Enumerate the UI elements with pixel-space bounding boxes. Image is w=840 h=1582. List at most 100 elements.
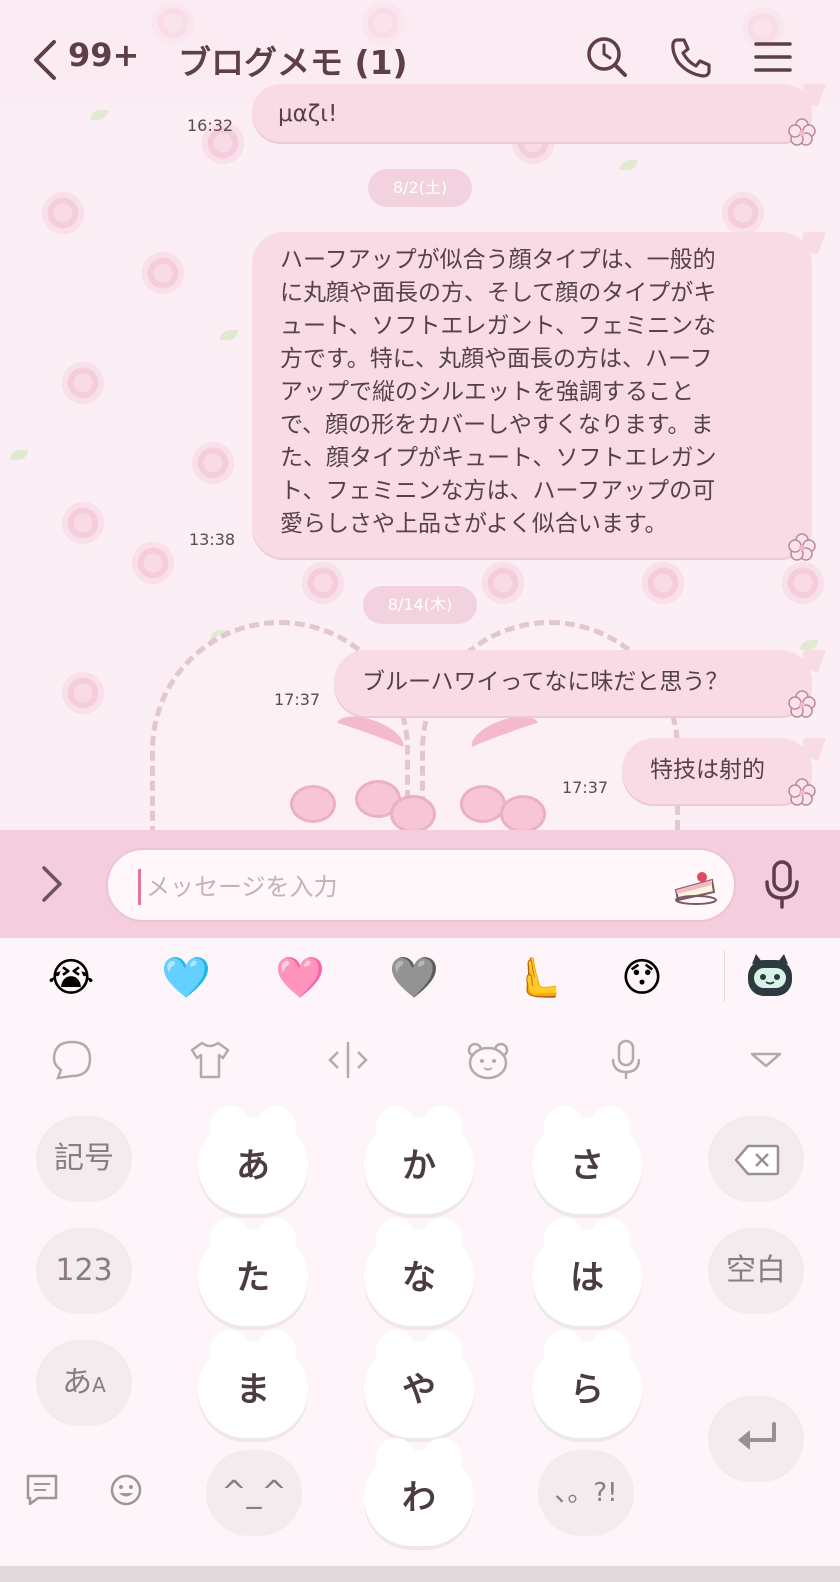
- key-label: な: [402, 1258, 436, 1298]
- rose-decoration: [480, 560, 526, 606]
- space-key[interactable]: 空白: [708, 1228, 804, 1314]
- rose-decoration: [720, 190, 766, 236]
- back-icon[interactable]: [28, 38, 64, 82]
- numbers-key[interactable]: 123: [36, 1228, 132, 1314]
- leaf-decoration: [90, 110, 108, 120]
- emoji-icon[interactable]: [108, 1472, 144, 1508]
- phone-icon[interactable]: [668, 34, 714, 80]
- key-label: は: [570, 1258, 604, 1298]
- emoji-suggestion-row: 😭 🩵 🩷 🩶 🫷 😯: [0, 938, 840, 1018]
- message-bubble[interactable]: 特技は射的: [622, 738, 812, 804]
- key-label: ら: [570, 1370, 604, 1410]
- kana-key-ha[interactable]: は: [532, 1218, 642, 1326]
- symbols-key[interactable]: 記号: [36, 1116, 132, 1202]
- rose-decoration: [60, 670, 106, 716]
- leaf-decoration: [620, 160, 638, 170]
- key-label: さ: [570, 1146, 604, 1186]
- message-input[interactable]: メッセージを入力: [106, 848, 736, 922]
- rose-decoration: [640, 560, 686, 606]
- kana-key-ya[interactable]: や: [364, 1330, 474, 1438]
- bot-avatar-icon[interactable]: [744, 952, 796, 1000]
- message-input-placeholder: メッセージを入力: [146, 873, 338, 901]
- reaction-flower-icon[interactable]: [788, 533, 816, 561]
- emoji-suggestion[interactable]: 🩶: [388, 952, 440, 1004]
- reaction-flower-icon[interactable]: [788, 690, 816, 718]
- rose-decoration: [140, 250, 186, 296]
- ribbon-bow: [290, 785, 336, 823]
- kana-key-wa[interactable]: わ: [364, 1438, 474, 1546]
- key-label: ま: [236, 1370, 270, 1410]
- input-mode-alpha: A: [92, 1373, 106, 1397]
- backspace-key[interactable]: [708, 1116, 804, 1202]
- ribbon-bow: [460, 785, 506, 823]
- unread-count[interactable]: 99+: [68, 36, 139, 74]
- clipboard-icon[interactable]: [24, 1472, 60, 1508]
- kana-key-ma[interactable]: ま: [198, 1330, 308, 1438]
- rose-decoration: [40, 190, 86, 236]
- rose-decoration: [130, 540, 176, 586]
- key-label: あ: [236, 1146, 270, 1186]
- chat-title[interactable]: ブログメモ (1): [178, 36, 408, 84]
- message-time: 17:37: [274, 690, 321, 709]
- key-label: か: [402, 1146, 436, 1186]
- punctuation-key[interactable]: 、。?!: [538, 1450, 634, 1536]
- mic-icon[interactable]: [762, 858, 802, 910]
- emoji-suggestion[interactable]: 😯: [616, 952, 668, 1004]
- input-mode-key[interactable]: あA: [36, 1340, 132, 1426]
- ribbon-bow: [500, 795, 546, 830]
- bear-sticker-icon[interactable]: [466, 1038, 510, 1082]
- rose-decoration: [300, 560, 346, 606]
- chat-background: 99+ ブログメモ (1) μαζι! 16:32 8/2(土) ハーフアップが…: [0, 0, 840, 830]
- search-history-icon[interactable]: [584, 34, 630, 80]
- rose-decoration: [60, 360, 106, 406]
- keyboard: 😭 🩵 🩷 🩶 🫷 😯 記号 123 あA あ か さ た な は ま や ら …: [0, 938, 840, 1566]
- kana-key-na[interactable]: な: [364, 1218, 474, 1326]
- leaf-decoration: [800, 640, 818, 650]
- rose-decoration: [60, 500, 106, 546]
- expand-icon[interactable]: [38, 864, 66, 904]
- input-mode-kana: あ: [62, 1365, 93, 1400]
- rose-decoration: [190, 440, 236, 486]
- message-bubble[interactable]: μαζι!: [252, 84, 812, 142]
- kana-key-ka[interactable]: か: [364, 1106, 474, 1214]
- reaction-flower-icon[interactable]: [788, 118, 816, 146]
- rose-decoration: [780, 560, 826, 606]
- emoji-suggestion[interactable]: 🫷: [512, 952, 564, 1004]
- theme-shirt-icon[interactable]: [188, 1038, 232, 1082]
- kana-key-ta[interactable]: た: [198, 1218, 308, 1326]
- message-bubble[interactable]: ハーフアップが似合う顔タイプは、一般的 に丸顔や面長の方、そして顔のタイプがキ …: [252, 232, 812, 558]
- key-label: わ: [402, 1478, 436, 1518]
- emoji-suggestion[interactable]: 😭: [45, 952, 97, 1004]
- voice-input-icon[interactable]: [604, 1038, 648, 1082]
- divider: [724, 950, 725, 1002]
- collapse-keyboard-icon[interactable]: [744, 1038, 788, 1082]
- message-bubble[interactable]: ブルーハワイってなに味だと思う？: [334, 650, 812, 716]
- cursor-move-icon[interactable]: [326, 1038, 370, 1082]
- chat-bubble-icon[interactable]: [50, 1038, 94, 1082]
- enter-icon: [738, 1422, 776, 1450]
- backspace-icon: [734, 1144, 780, 1176]
- message-text: ブルーハワイってなに味だと思う？: [362, 669, 729, 695]
- message-time: 16:32: [187, 116, 234, 135]
- message-text: μαζι!: [278, 101, 338, 127]
- message-time: 13:38: [189, 530, 236, 549]
- leaf-decoration: [220, 330, 238, 340]
- enter-key[interactable]: [708, 1396, 804, 1482]
- message-text: ハーフアップが似合う顔タイプは、一般的 に丸顔や面長の方、そして顔のタイプがキ …: [280, 247, 717, 537]
- kana-key-sa[interactable]: さ: [532, 1106, 642, 1214]
- kana-key-ra[interactable]: ら: [532, 1330, 642, 1438]
- cake-icon[interactable]: [672, 866, 718, 906]
- message-time: 17:37: [562, 778, 609, 797]
- kaomoji-key[interactable]: ^_^: [206, 1450, 302, 1536]
- date-separator: 8/14(木): [363, 586, 477, 624]
- key-label: た: [236, 1258, 270, 1298]
- menu-icon[interactable]: [750, 34, 796, 80]
- emoji-suggestion[interactable]: 🩵: [160, 952, 212, 1004]
- emoji-suggestion[interactable]: 🩷: [274, 952, 326, 1004]
- keyboard-toolbar: [0, 1024, 840, 1094]
- key-label: や: [402, 1370, 436, 1410]
- reaction-flower-icon[interactable]: [788, 778, 816, 806]
- kana-key-a[interactable]: あ: [198, 1106, 308, 1214]
- message-text: 特技は射的: [650, 757, 765, 783]
- text-caret: [138, 869, 141, 905]
